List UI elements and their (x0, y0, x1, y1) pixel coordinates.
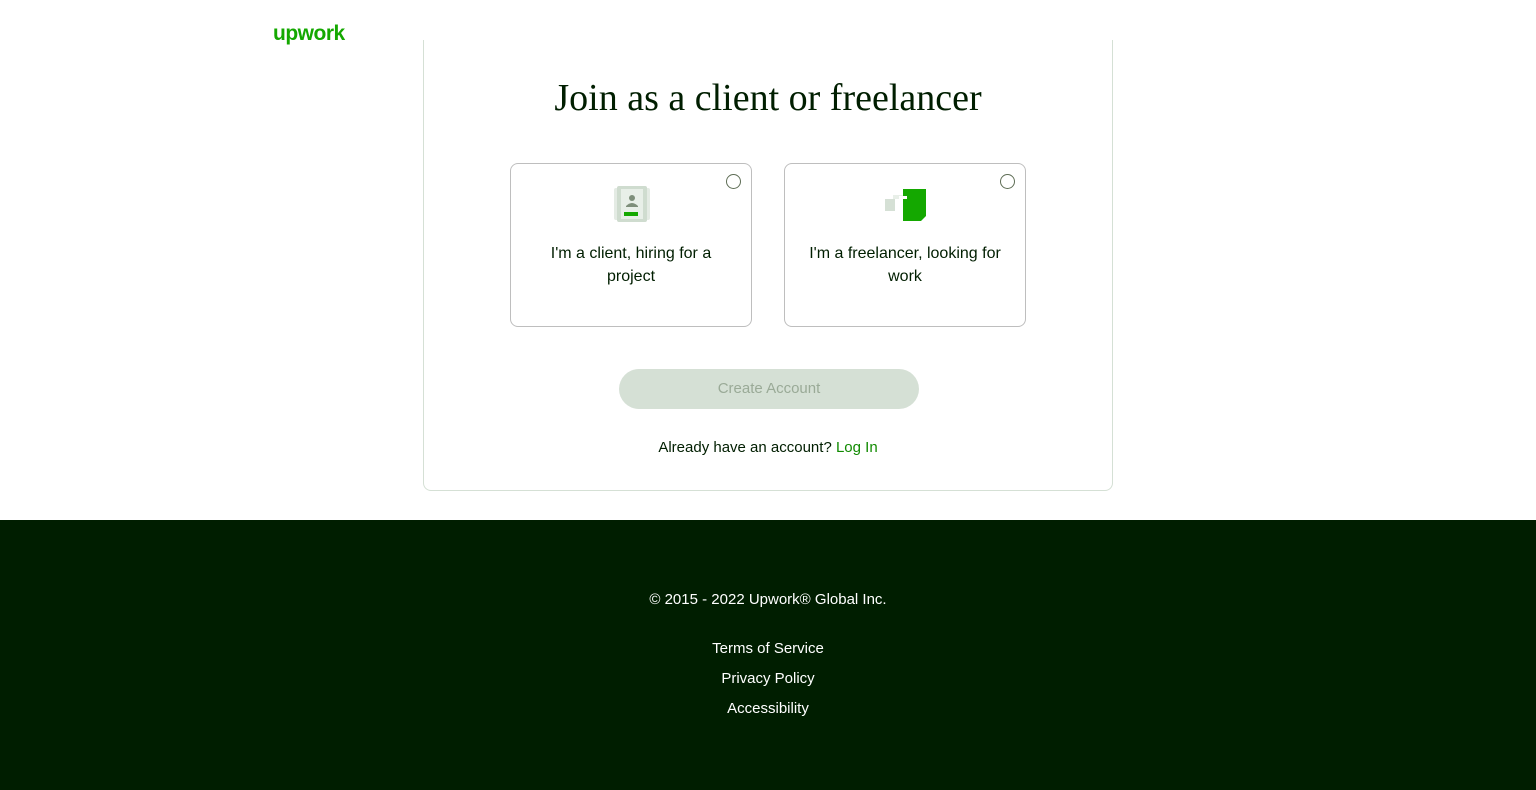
freelancer-work-icon (885, 189, 926, 221)
signup-card: Join as a client or freelancer I'm a cli… (423, 40, 1113, 491)
login-prompt-text: Already have an account? (658, 439, 832, 456)
footer-links: Terms of Service Privacy Policy Accessib… (0, 639, 1536, 729)
create-account-button[interactable]: Create Account (619, 369, 919, 409)
page-title: Join as a client or freelancer (554, 77, 982, 119)
copyright-text: © 2015 - 2022 Upwork® Global Inc. (649, 591, 887, 608)
login-link[interactable]: Log In (836, 439, 878, 456)
client-radio[interactable] (726, 174, 741, 189)
client-option-card[interactable]: I'm a client, hiring for a project (510, 163, 752, 327)
terms-of-service-link[interactable]: Terms of Service (712, 640, 824, 657)
privacy-policy-link[interactable]: Privacy Policy (721, 670, 814, 687)
login-prompt-line: Already have an account? Log In (424, 438, 1112, 458)
upwork-logo[interactable]: upwork (273, 20, 345, 48)
client-option-label: I'm a client, hiring for a project (550, 245, 712, 285)
client-briefcase-icon (614, 186, 650, 222)
site-footer: © 2015 - 2022 Upwork® Global Inc. Terms … (0, 520, 1536, 790)
freelancer-option-label: I'm a freelancer, looking for work (809, 245, 1001, 285)
accessibility-link[interactable]: Accessibility (727, 700, 809, 717)
freelancer-option-card[interactable]: I'm a freelancer, looking for work (784, 163, 1026, 327)
freelancer-radio[interactable] (1000, 174, 1015, 189)
